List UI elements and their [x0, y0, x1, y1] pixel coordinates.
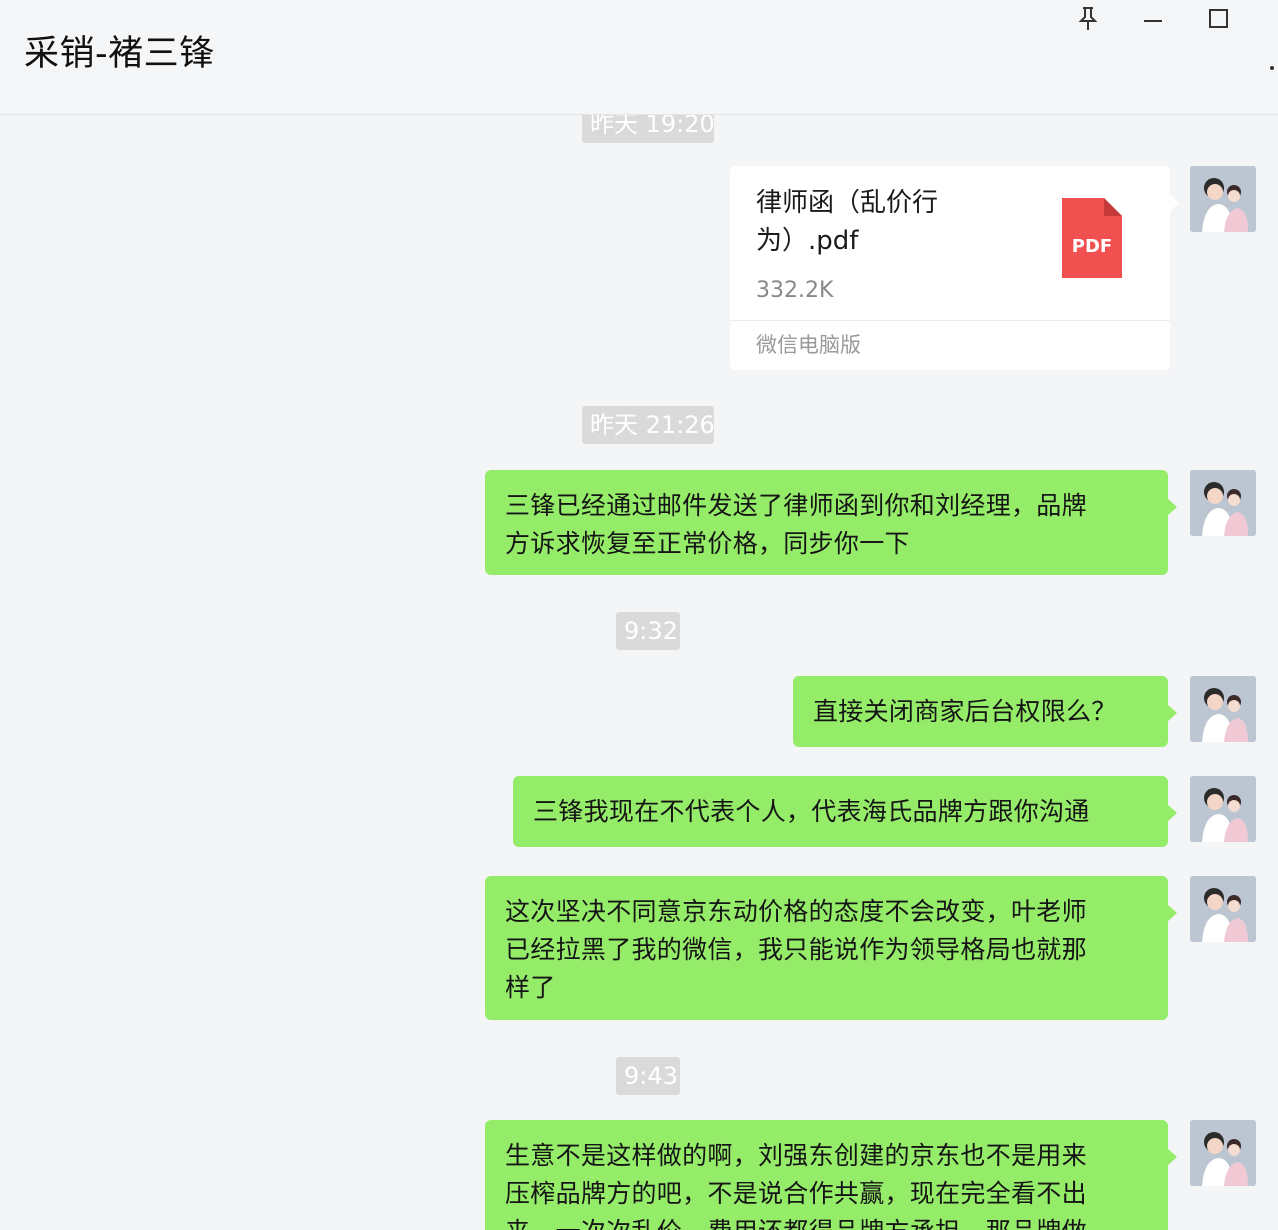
chat-title: 采销-褚三锋: [24, 34, 215, 74]
more-menu-dot[interactable]: [1270, 66, 1274, 70]
file-message[interactable]: 律师函（乱价行 为）.pdf 332.2K PDF 微信电脑版: [730, 166, 1179, 370]
timestamp: 昨天 21:26: [582, 406, 715, 444]
title-bar: 采销-褚三锋: [0, 0, 1278, 115]
avatar[interactable]: [1190, 776, 1256, 842]
message-line: 直接关闭商家后台权限么？: [813, 697, 1117, 726]
message-line: 生意不是这样做的啊，刘强东创建的京东也不是用来: [505, 1141, 1087, 1170]
timestamp: 9:43: [616, 1057, 680, 1095]
message-line: 已经拉黑了我的微信，我只能说作为领导格局也就那: [505, 935, 1087, 964]
avatar[interactable]: [1190, 166, 1256, 232]
message-line: 三锋我现在不代表个人，代表海氏品牌方跟你沟通: [533, 797, 1090, 826]
file-size: 332.2K: [756, 278, 834, 303]
message-bubble[interactable]: 生意不是这样做的啊，刘强东创建的京东也不是用来 压榨品牌方的吧，不是说合作共赢，…: [485, 1120, 1177, 1230]
avatar[interactable]: [1190, 676, 1256, 742]
message-bubble[interactable]: 直接关闭商家后台权限么？: [793, 676, 1177, 747]
maximize-icon[interactable]: [1202, 4, 1236, 34]
file-name-line-2: 为）.pdf: [756, 226, 859, 256]
minimize-icon[interactable]: [1136, 4, 1170, 34]
file-name: 律师函（乱价行 为）.pdf: [756, 184, 1016, 260]
message-bubble[interactable]: 这次坚决不同意京东动价格的态度不会改变，叶老师 已经拉黑了我的微信，我只能说作为…: [485, 876, 1177, 1020]
avatar[interactable]: [1190, 1120, 1256, 1186]
message-list[interactable]: 昨天 19:20 律师函（乱价行 为）.pdf 332.2K PDF 微信电脑版…: [0, 115, 1278, 1230]
divider: [730, 320, 1170, 321]
chat-window: 采销-褚三锋 昨天 19:20 律师函（乱价行 为）.pdf 332.2K PD…: [0, 0, 1278, 1230]
timestamp: 9:32: [616, 612, 680, 650]
avatar[interactable]: [1190, 470, 1256, 536]
message-line: 样了: [505, 973, 556, 1002]
message-bubble[interactable]: 三锋我现在不代表个人，代表海氏品牌方跟你沟通: [513, 776, 1177, 847]
message-line: 这次坚决不同意京东动价格的态度不会改变，叶老师: [505, 897, 1087, 926]
pin-icon[interactable]: [1071, 4, 1105, 34]
message-line: 来，一次次乱价，费用还都得品牌方承担，那品牌做: [505, 1213, 1148, 1230]
pdf-file-icon: PDF: [1062, 198, 1122, 278]
avatar[interactable]: [1190, 876, 1256, 942]
timestamp: 昨天 19:20: [582, 115, 715, 143]
file-source: 微信电脑版: [756, 333, 861, 357]
pdf-icon-label: PDF: [1071, 236, 1113, 257]
message-line: 方诉求恢复至正常价格，同步你一下: [505, 529, 910, 558]
message-line: 三锋已经通过邮件发送了律师函到你和刘经理，品牌: [505, 491, 1087, 520]
message-line: 压榨品牌方的吧，不是说合作共赢，现在完全看不出: [505, 1179, 1087, 1208]
file-name-line-1: 律师函（乱价行: [756, 188, 939, 218]
message-bubble[interactable]: 三锋已经通过邮件发送了律师函到你和刘经理，品牌 方诉求恢复至正常价格，同步你一下: [485, 470, 1177, 575]
